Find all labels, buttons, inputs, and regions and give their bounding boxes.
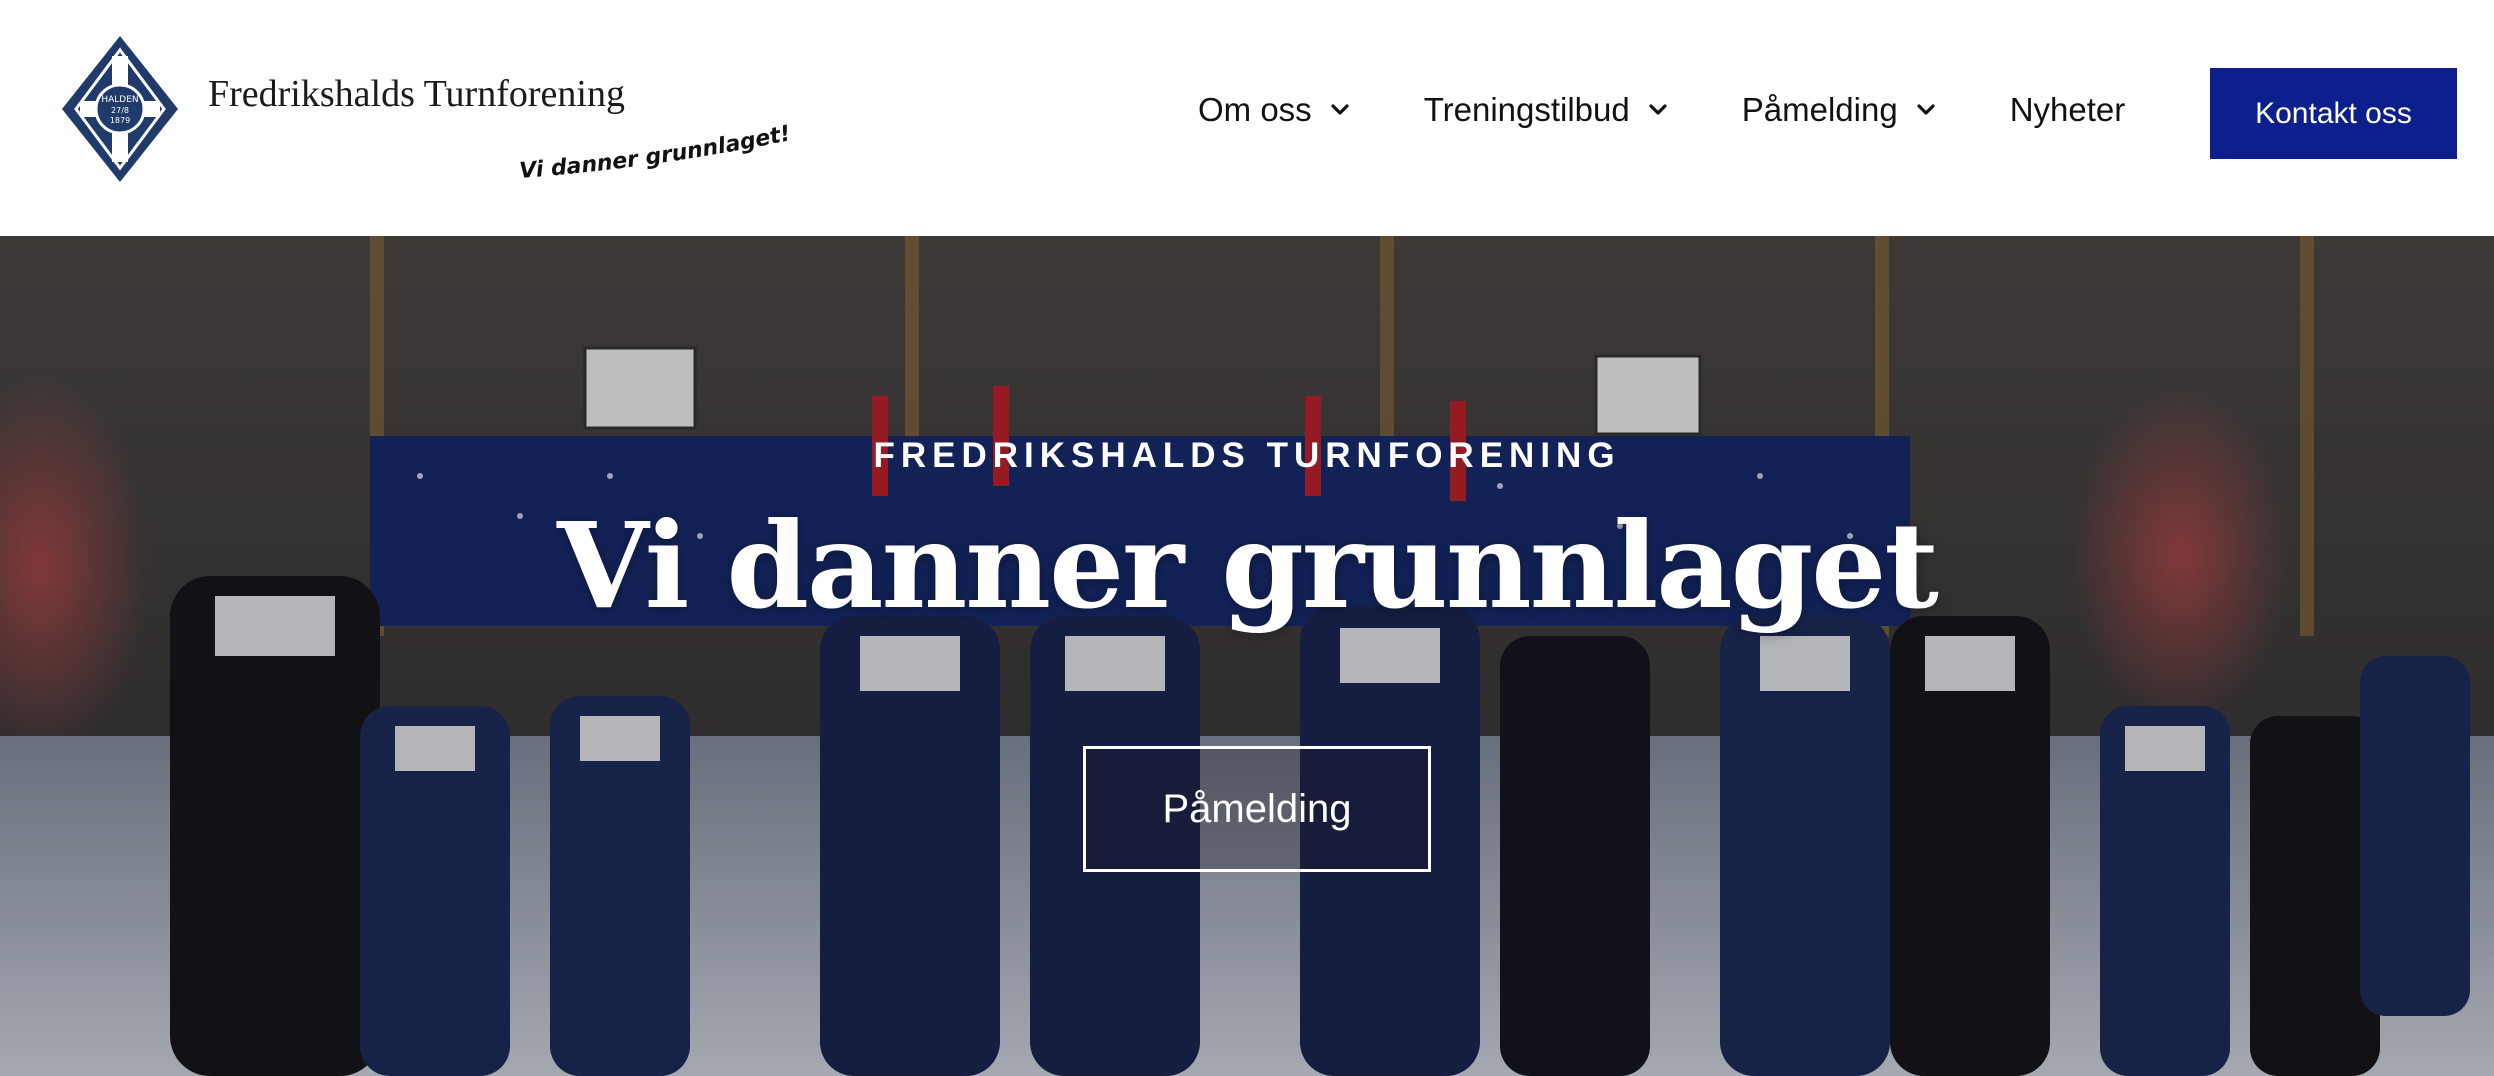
nav-label: Om oss	[1198, 91, 1312, 128]
club-logo[interactable]: HALDEN 27/8 1879 Fredrikshalds Turnforen…	[60, 34, 793, 184]
nav-item-om-oss[interactable]: Om oss	[1198, 91, 1352, 129]
hero-signup-button[interactable]: Påmelding	[1083, 746, 1431, 872]
contact-button[interactable]: Kontakt oss	[2210, 68, 2457, 159]
club-emblem-icon: HALDEN 27/8 1879	[62, 36, 178, 182]
club-tagline-text: Vi danner grunnlaget!	[518, 121, 792, 184]
hero-title: Vi danner grunnlaget	[557, 496, 1939, 635]
emblem-text-3: 1879	[110, 116, 130, 125]
hero-kicker: FREDRIKSHALDS TURNFORENING	[873, 436, 1621, 475]
nav-label: Påmelding	[1741, 91, 1898, 128]
nav-label: Treningstilbud	[1423, 91, 1630, 128]
emblem-text-1: HALDEN	[101, 95, 138, 105]
chevron-down-icon	[1649, 104, 1667, 115]
chevron-down-icon	[1331, 104, 1349, 115]
emblem-text-2: 27/8	[111, 106, 129, 115]
hero-background-image	[0, 236, 2494, 1076]
club-name: Fredrikshalds Turnforening	[208, 73, 625, 115]
chevron-down-icon	[1917, 104, 1935, 115]
hero-banner: FREDRIKSHALDS TURNFORENING Vi danner gru…	[0, 236, 2494, 1076]
nav-item-treningstilbud[interactable]: Treningstilbud	[1424, 91, 1670, 129]
site-header: HALDEN 27/8 1879 Fredrikshalds Turnforen…	[0, 0, 2494, 236]
svg-text:Vi danner grunnlaget!: Vi danner grunnlaget!	[518, 121, 792, 184]
club-tagline: Vi danner grunnlaget!	[518, 121, 792, 184]
nav-item-pamelding[interactable]: Påmelding	[1742, 91, 1938, 129]
main-navigation: Om oss Treningstilbud Påmelding Nyheter	[1198, 60, 2191, 160]
nav-label: Nyheter	[2009, 91, 2126, 128]
nav-item-nyheter[interactable]: Nyheter	[2010, 91, 2126, 129]
